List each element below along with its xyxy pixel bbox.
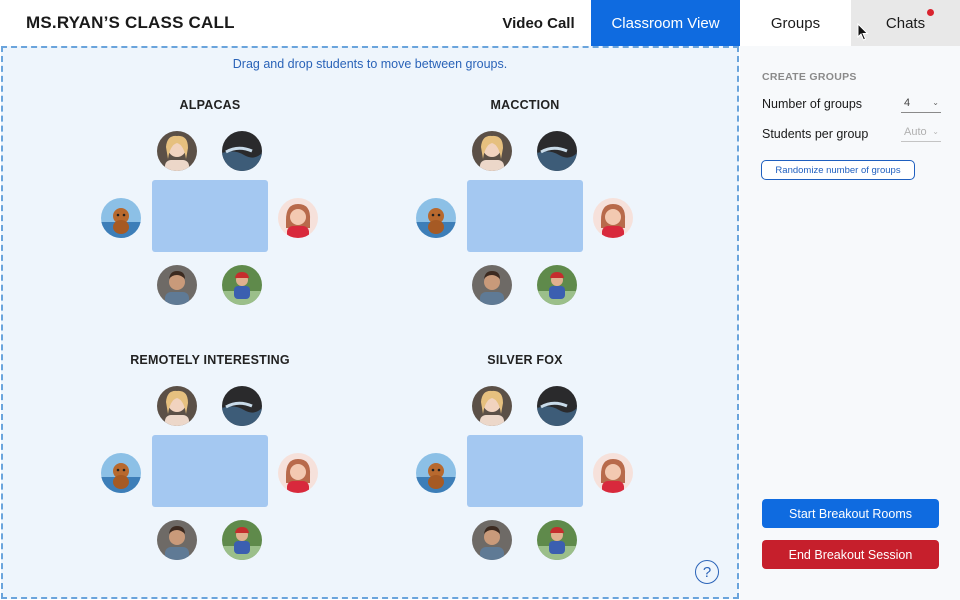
group-name: ALPACAS [179, 98, 241, 112]
student-avatar[interactable] [593, 198, 633, 238]
group-pod[interactable]: REMOTELY INTERESTING [90, 353, 330, 560]
group-pod[interactable]: MACCTION [405, 98, 645, 305]
group-name: SILVER FOX [487, 353, 563, 367]
student-avatar[interactable] [278, 198, 318, 238]
chevron-down-icon: ⌄ [932, 98, 939, 107]
student-avatar[interactable] [537, 520, 577, 560]
student-avatar[interactable] [222, 520, 262, 560]
student-avatar[interactable] [416, 453, 456, 493]
student-avatar[interactable] [222, 265, 262, 305]
student-avatar[interactable] [157, 520, 197, 560]
start-breakout-rooms-button[interactable]: Start Breakout Rooms [762, 499, 939, 528]
student-avatar[interactable] [222, 386, 262, 426]
end-breakout-session-button[interactable]: End Breakout Session [762, 540, 939, 569]
groups-panel: CREATE GROUPS Number of groups 4 ⌄ Stude… [740, 46, 960, 600]
mouse-cursor-icon [857, 23, 869, 41]
student-avatar[interactable] [157, 386, 197, 426]
student-avatar[interactable] [472, 386, 512, 426]
top-bar: MS.RYAN’S CLASS CALL Video Call Classroo… [0, 0, 960, 46]
create-groups-heading: CREATE GROUPS [762, 71, 857, 83]
number-of-groups-value: 4 [904, 97, 911, 109]
group-table [152, 435, 268, 507]
group-pod[interactable]: ALPACAS [90, 98, 330, 305]
student-avatar[interactable] [472, 520, 512, 560]
group-table [152, 180, 268, 252]
page-title: MS.RYAN’S CLASS CALL [26, 13, 235, 32]
group-name: MACCTION [490, 98, 560, 112]
student-avatar[interactable] [101, 453, 141, 493]
chevron-down-icon: ⌄ [932, 127, 939, 136]
drag-hint: Drag and drop students to move between g… [232, 57, 508, 71]
randomize-groups-button[interactable]: Randomize number of groups [761, 160, 915, 180]
student-avatar[interactable] [537, 386, 577, 426]
student-avatar[interactable] [157, 131, 197, 171]
student-avatar[interactable] [416, 198, 456, 238]
group-table [467, 435, 583, 507]
students-per-group-select[interactable]: Auto ⌄ [901, 126, 941, 142]
tab-classroom-view[interactable]: Classroom View [591, 0, 740, 46]
student-avatar[interactable] [537, 265, 577, 305]
tab-groups[interactable]: Groups [740, 0, 851, 46]
tab-video-call[interactable]: Video Call [486, 0, 591, 46]
student-avatar[interactable] [537, 131, 577, 171]
student-avatar[interactable] [222, 131, 262, 171]
student-avatar[interactable] [101, 198, 141, 238]
students-per-group-label: Students per group [762, 127, 869, 141]
students-per-group-value: Auto [904, 126, 927, 138]
student-avatar[interactable] [278, 453, 318, 493]
group-name: REMOTELY INTERESTING [130, 353, 290, 367]
classroom-dropzone[interactable]: Drag and drop students to move between g… [1, 46, 739, 599]
number-of-groups-label: Number of groups [762, 97, 863, 111]
group-pod[interactable]: SILVER FOX [405, 353, 645, 560]
help-button[interactable]: ? [695, 560, 719, 584]
student-avatar[interactable] [472, 265, 512, 305]
tab-chats-label: Chats [885, 14, 926, 32]
student-avatar[interactable] [593, 453, 633, 493]
number-of-groups-select[interactable]: 4 ⌄ [901, 97, 941, 113]
notification-dot [927, 9, 934, 16]
group-table [467, 180, 583, 252]
student-avatar[interactable] [157, 265, 197, 305]
student-avatar[interactable] [472, 131, 512, 171]
